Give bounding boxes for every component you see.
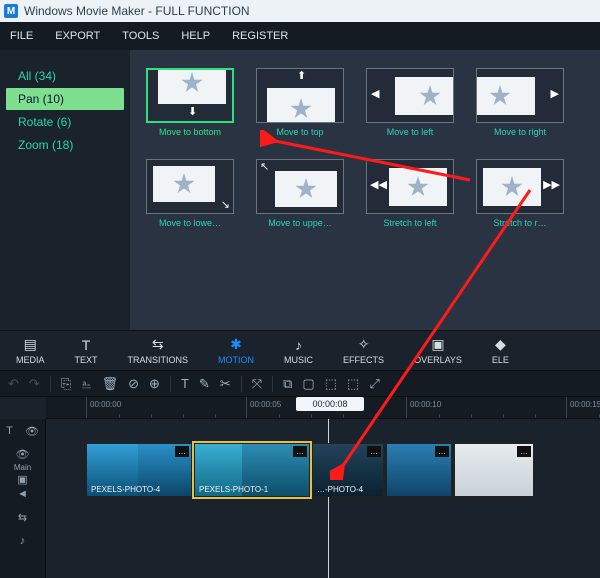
effect-move-to-lower[interactable]: ↘ Move to lowe… bbox=[146, 159, 234, 228]
effect-label: Stretch to left bbox=[366, 218, 454, 228]
mode-tab-bar: ▤MEDIA TTEXT ⇆TRANSITIONS ✱MOTION ♪MUSIC… bbox=[0, 330, 600, 370]
sidebar-item-all[interactable]: All (34) bbox=[6, 65, 124, 87]
clip-badge: … bbox=[367, 446, 381, 457]
effect-stretch-to-right[interactable]: ▶▶ Stretch to r… bbox=[476, 159, 564, 228]
workspace: All (34) Pan (10) Rotate (6) Zoom (18) ⬇… bbox=[0, 50, 600, 330]
effect-move-to-left[interactable]: ◀ Move to left bbox=[366, 68, 454, 137]
clip-4[interactable]: … bbox=[386, 443, 452, 497]
frame-icon[interactable]: ⬚ bbox=[325, 376, 337, 392]
clip-badge: … bbox=[517, 446, 531, 457]
menu-tools[interactable]: TOOLS bbox=[122, 30, 159, 42]
audio-track-head[interactable]: ♪ bbox=[0, 529, 45, 553]
text-track-icon: T bbox=[6, 425, 13, 437]
cut-icon[interactable]: ✂ bbox=[220, 376, 231, 392]
paste-icon[interactable]: ⎁ bbox=[81, 376, 91, 392]
text-track-head[interactable]: T 👁 bbox=[0, 419, 45, 443]
effect-move-to-bottom[interactable]: ⬇ Move to bottom bbox=[146, 68, 234, 137]
mute-icon[interactable]: ◄ bbox=[17, 488, 28, 500]
title-bar: M Windows Movie Maker - FULL FUNCTION bbox=[0, 0, 600, 22]
tab-effects[interactable]: ✧EFFECTS bbox=[337, 336, 390, 365]
effect-label: Move to right bbox=[476, 127, 564, 137]
effect-move-to-top[interactable]: ⬆ Move to top bbox=[256, 68, 344, 137]
menu-file[interactable]: FILE bbox=[10, 30, 33, 42]
overlays-icon: ▣ bbox=[431, 336, 444, 353]
undo-icon[interactable]: ↶ bbox=[8, 376, 19, 392]
text-icon: T bbox=[82, 337, 91, 353]
menu-export[interactable]: EXPORT bbox=[55, 30, 100, 42]
effect-label: Move to bottom bbox=[146, 127, 234, 137]
menu-bar: FILE EXPORT TOOLS HELP REGISTER bbox=[0, 22, 600, 50]
crop-icon[interactable]: ▢ bbox=[302, 376, 314, 392]
eye-icon[interactable]: 👁 bbox=[25, 425, 39, 438]
effect-gallery: ⬇ Move to bottom ⬆ Move to top ◀ Move to… bbox=[130, 50, 600, 330]
add-icon[interactable]: ⊕ bbox=[149, 376, 160, 392]
motion-icon: ✱ bbox=[230, 336, 242, 353]
effect-move-to-right[interactable]: ▶ Move to right bbox=[476, 68, 564, 137]
elements-icon: ◆ bbox=[495, 336, 506, 353]
effect-label: Move to lowe… bbox=[146, 218, 234, 228]
transitions-icon: ⇆ bbox=[152, 336, 164, 353]
edit-icon[interactable]: ✎ bbox=[199, 376, 210, 392]
window-title: Windows Movie Maker - FULL FUNCTION bbox=[24, 4, 250, 18]
main-track-head[interactable]: 👁 Main ▣ ◄ bbox=[0, 443, 45, 505]
frame2-icon[interactable]: ⬚ bbox=[347, 376, 359, 392]
clip-name: …-PHOTO-4 bbox=[317, 485, 363, 494]
tab-elements[interactable]: ◆ELE bbox=[486, 336, 515, 365]
app-logo-icon: M bbox=[4, 4, 18, 18]
sidebar-item-pan[interactable]: Pan (10) bbox=[6, 88, 124, 110]
main-track[interactable]: … PEXELS-PHOTO-4 … PEXELS-PHOTO-1 … …-PH… bbox=[46, 443, 600, 503]
effect-stretch-to-left[interactable]: ◀◀ Stretch to left bbox=[366, 159, 454, 228]
effect-label: Stretch to r… bbox=[476, 218, 564, 228]
lock-icon[interactable]: ▣ bbox=[17, 473, 27, 486]
tab-media[interactable]: ▤MEDIA bbox=[10, 336, 51, 365]
effect-move-to-upper[interactable]: ↖ Move to uppe… bbox=[256, 159, 344, 228]
tab-music[interactable]: ♪MUSIC bbox=[278, 337, 319, 365]
clip-badge: … bbox=[293, 446, 307, 457]
music-icon: ♪ bbox=[295, 337, 302, 353]
time-ruler[interactable]: 00:00:00 00:00:05 00:00:10 00:00:15 00:0… bbox=[46, 397, 600, 419]
swap-track-head[interactable]: ⇆ bbox=[0, 505, 45, 529]
timeline-toolbar: ↶ ↷ ⎘ ⎁ 🗑 ⊘ ⊕ T ✎ ✂ ⤧ ⧉ ▢ ⬚ ⬚ ⤢ bbox=[0, 370, 600, 396]
playhead-time[interactable]: 00:00:08 bbox=[296, 397, 364, 411]
menu-register[interactable]: REGISTER bbox=[232, 30, 288, 42]
timeline: T 👁 👁 Main ▣ ◄ ⇆ ♪ 00:00:00 00:00:05 00:… bbox=[0, 396, 600, 578]
expand-icon[interactable]: ⤢ bbox=[369, 376, 379, 392]
main-track-label: Main bbox=[14, 463, 31, 472]
audio-icon: ♪ bbox=[20, 535, 26, 547]
clip-name: PEXELS-PHOTO-4 bbox=[91, 485, 160, 494]
effect-label: Move to uppe… bbox=[256, 218, 344, 228]
effects-icon: ✧ bbox=[358, 336, 370, 353]
clip-5[interactable]: … bbox=[454, 443, 534, 497]
clip-badge: … bbox=[435, 446, 449, 457]
effect-label: Move to top bbox=[256, 127, 344, 137]
copy-icon[interactable]: ⎘ bbox=[61, 376, 71, 392]
split-icon[interactable]: ⧉ bbox=[283, 376, 292, 392]
tab-motion[interactable]: ✱MOTION bbox=[212, 336, 260, 365]
eye-icon[interactable]: 👁 bbox=[16, 448, 30, 461]
clip-name: PEXELS-PHOTO-1 bbox=[199, 485, 268, 494]
menu-help[interactable]: HELP bbox=[181, 30, 210, 42]
clip-3[interactable]: … …-PHOTO-4 bbox=[312, 443, 384, 497]
category-sidebar: All (34) Pan (10) Rotate (6) Zoom (18) bbox=[0, 50, 130, 330]
media-icon: ▤ bbox=[24, 336, 37, 353]
track-heads: T 👁 👁 Main ▣ ◄ ⇆ ♪ bbox=[0, 419, 46, 578]
tracks-area[interactable]: … PEXELS-PHOTO-4 … PEXELS-PHOTO-1 … …-PH… bbox=[46, 419, 600, 578]
swap-icon: ⇆ bbox=[18, 511, 27, 524]
speed-icon[interactable]: ⤧ bbox=[252, 376, 262, 392]
sidebar-item-rotate[interactable]: Rotate (6) bbox=[6, 111, 124, 133]
tab-text[interactable]: TTEXT bbox=[69, 337, 104, 365]
sidebar-item-zoom[interactable]: Zoom (18) bbox=[6, 134, 124, 156]
tab-overlays[interactable]: ▣OVERLAYS bbox=[408, 336, 468, 365]
clip-1[interactable]: … PEXELS-PHOTO-4 bbox=[86, 443, 192, 497]
delete-icon[interactable]: 🗑 bbox=[102, 376, 119, 392]
redo-icon[interactable]: ↷ bbox=[29, 376, 40, 392]
effect-label: Move to left bbox=[366, 127, 454, 137]
clip-badge: … bbox=[175, 446, 189, 457]
clip-2[interactable]: … PEXELS-PHOTO-1 bbox=[194, 443, 310, 497]
text-tool-icon[interactable]: T bbox=[181, 376, 189, 391]
tab-transitions[interactable]: ⇆TRANSITIONS bbox=[122, 336, 195, 365]
block-icon[interactable]: ⊘ bbox=[128, 376, 139, 392]
